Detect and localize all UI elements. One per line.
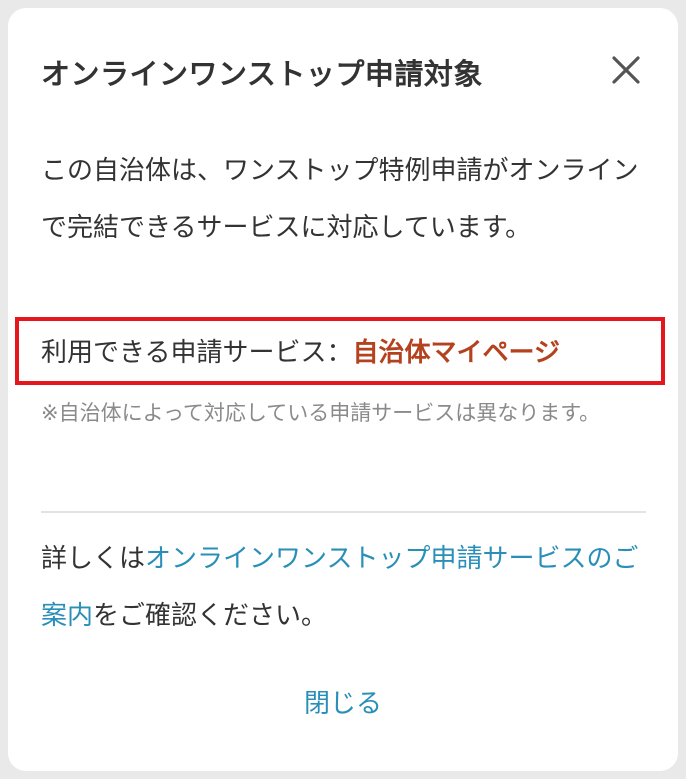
close-button[interactable]: 閉じる bbox=[8, 684, 678, 724]
divider bbox=[41, 511, 646, 513]
close-icon-button[interactable] bbox=[606, 50, 646, 90]
available-service: 利用できる申請サービス：自治体マイページ bbox=[41, 333, 560, 373]
close-icon bbox=[612, 56, 640, 84]
service-label: 利用できる申請サービス： bbox=[41, 338, 353, 368]
dialog-title: オンラインワンストップ申請対象 bbox=[41, 57, 483, 91]
online-onestop-dialog: オンラインワンストップ申請対象 この自治体は、ワンストップ特例申請がオンラインで… bbox=[8, 8, 678, 771]
service-note: ※自治体によって対応している申請サービスは異なります。 bbox=[41, 401, 601, 425]
detail-text: 詳しくはオンラインワンストップ申請サービスのご案内をご確認ください。 bbox=[41, 531, 653, 645]
service-value: 自治体マイページ bbox=[352, 338, 560, 368]
dialog-description: この自治体は、ワンストップ特例申請がオンラインで完結できるサービスに対応していま… bbox=[41, 156, 639, 243]
detail-suffix: をご確認ください。 bbox=[93, 601, 328, 631]
detail-prefix: 詳しくは bbox=[41, 544, 146, 574]
